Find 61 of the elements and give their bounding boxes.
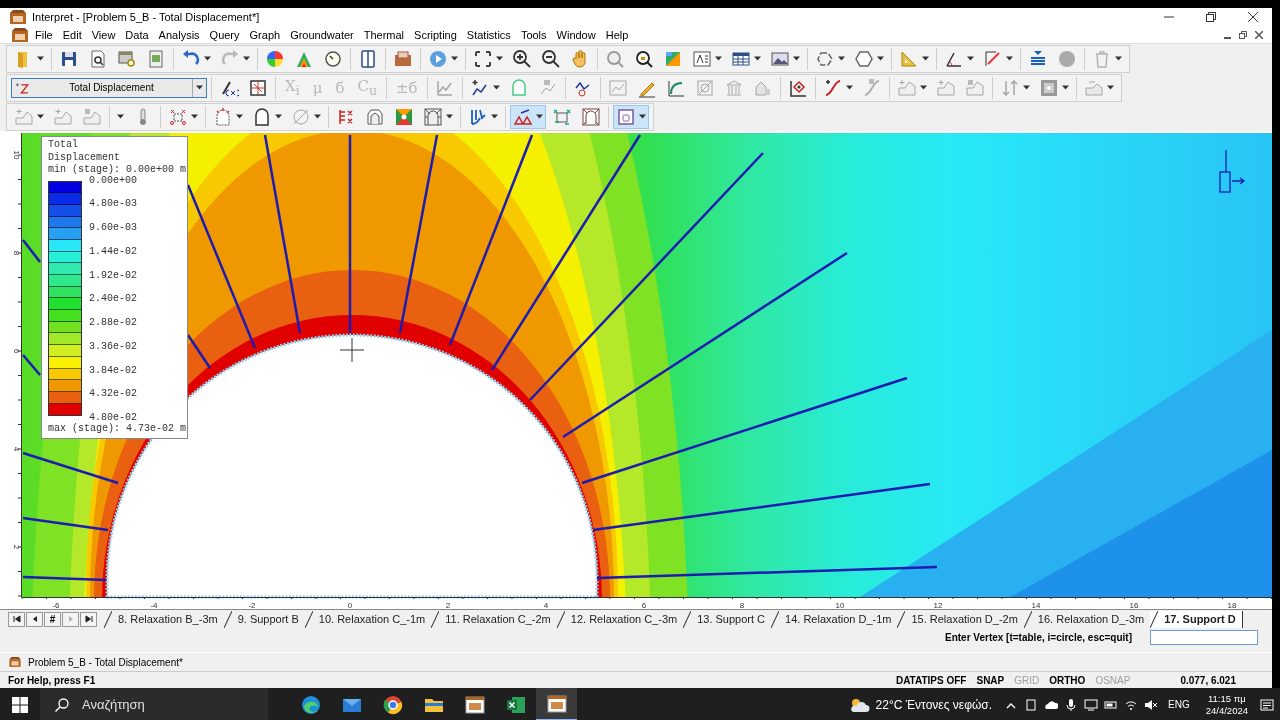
axis-tick-label: -6 <box>52 601 60 609</box>
search-input[interactable]: Αναζήτηση <box>80 696 254 713</box>
axis-tick-label: 6 <box>641 601 647 609</box>
window-title: Interpret - [Problem 5_B - Total Displacement*] <box>32 11 261 23</box>
clock-date[interactable]: 24/4/2024 <box>1205 704 1248 717</box>
menu-item[interactable]: Tools <box>515 26 552 43</box>
menu-item[interactable]: Help <box>600 26 634 43</box>
menu-item[interactable]: Thermal <box>358 26 410 43</box>
legend-max-label: max (stage): 4.73e-02 m <box>48 422 187 435</box>
axis-tick-label: 8 <box>739 601 745 609</box>
axis-tick-label: 18 <box>1227 601 1237 609</box>
axis-tick-label: 12 <box>933 601 943 609</box>
axis-tick-label: 16 <box>1129 601 1139 609</box>
legend-value: 0.00e+00 <box>89 174 137 187</box>
clock-time[interactable]: 11:15 πμ <box>1208 692 1246 705</box>
status-toggle[interactable]: SNAP <box>976 674 1005 686</box>
axis-tick-label: 0 <box>347 601 353 609</box>
stage-tab[interactable]: 17. Support D <box>1150 610 1243 628</box>
axis-tick-label: 8 <box>12 250 21 256</box>
status-toggle[interactable]: ORTHO <box>1049 674 1086 686</box>
menu-item[interactable]: Statistics <box>461 26 516 43</box>
axis-tick-label: 4 <box>543 601 549 609</box>
menu-item[interactable]: Query <box>204 26 245 43</box>
menu-item[interactable]: Scripting <box>409 26 462 43</box>
language-indicator[interactable]: ENG <box>1168 699 1190 710</box>
legend-value: 4.80e-02 <box>89 412 137 423</box>
menu-item[interactable]: Edit <box>57 26 87 43</box>
legend-value: 1.44e-02 <box>89 245 137 259</box>
weather-text: 22°C Έντονες νεφώσ. <box>875 697 993 712</box>
axis-tick-label: 14 <box>1031 601 1041 609</box>
result-type-dropdown[interactable]: Total Displacement <box>11 77 207 98</box>
legend-value: 9.60e-03 <box>89 222 137 235</box>
axis-tick-label: 10 <box>835 601 845 609</box>
axis-tick-label: 4 <box>12 446 21 452</box>
menu-item[interactable]: Analysis <box>153 26 205 43</box>
axis-tick-label: 2 <box>445 601 451 609</box>
legend-value: 2.40e-02 <box>89 293 137 306</box>
axis-tick-label: 10 <box>12 150 21 160</box>
search-field[interactable]: Αναζήτηση <box>40 688 268 720</box>
help-hint: For Help, press F1 <box>8 674 96 686</box>
legend-value: 4.80e-03 <box>89 198 137 211</box>
menu-item[interactable]: Data <box>120 26 154 43</box>
legend-value: 3.36e-02 <box>89 340 137 354</box>
menu-item[interactable]: Graph <box>244 26 286 43</box>
menu-item[interactable]: File <box>30 26 58 43</box>
menu-item[interactable]: Groundwater <box>285 26 359 43</box>
axis-tick-label: 6 <box>12 348 21 354</box>
legend-value: 3.84e-02 <box>89 364 137 377</box>
status-toggle[interactable]: DATATIPS OFF <box>895 674 967 686</box>
legend-min-label: min (stage): 0.00e+00 m <box>48 164 187 176</box>
axis-tick-label: -2 <box>248 601 256 609</box>
command-prompt: Enter Vertex [t=table, i=circle, esc=quit] <box>944 632 1132 643</box>
menu-item[interactable]: Window <box>551 26 601 43</box>
axis-tick-label: 2 <box>12 544 21 550</box>
legend-value: 4.32e-02 <box>89 388 137 401</box>
menu-item[interactable]: View <box>86 26 121 43</box>
legend-value: 2.88e-02 <box>89 317 137 330</box>
stage-number-button[interactable]: # <box>44 611 61 627</box>
cursor-coordinates: 0.077, 6.021 <box>1180 674 1236 686</box>
axis-tick-label: -4 <box>150 601 158 609</box>
legend-value: 1.92e-02 <box>89 269 137 282</box>
